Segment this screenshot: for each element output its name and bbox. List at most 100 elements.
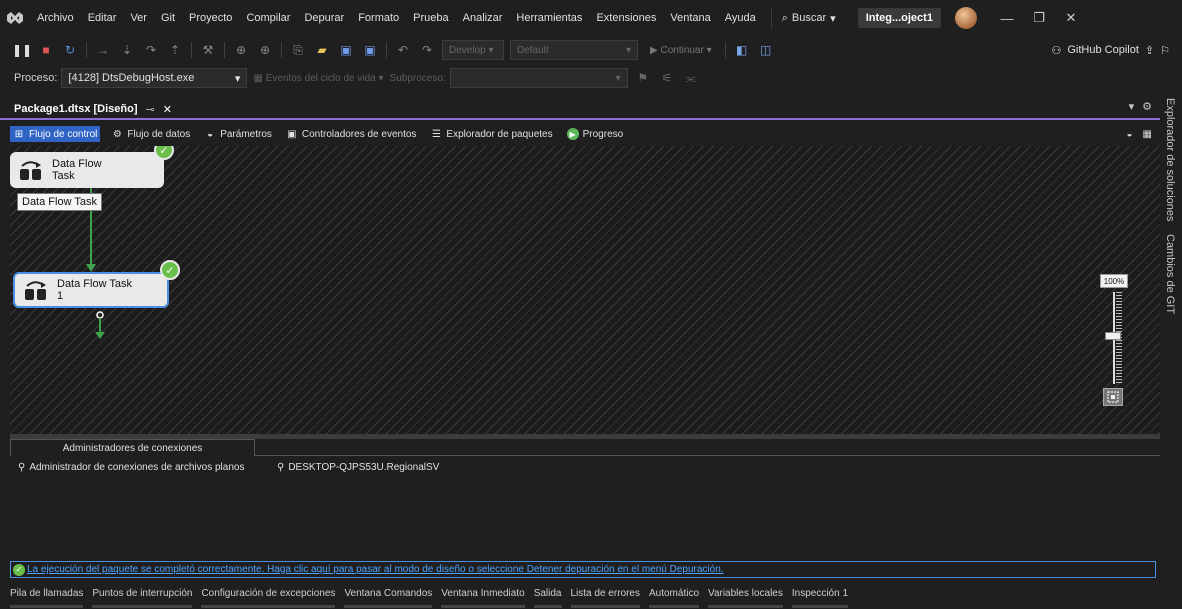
- tab-label: Flujo de control: [29, 128, 98, 140]
- search-box[interactable]: ⌕ Buscar ▾: [770, 7, 846, 29]
- close-tab-icon[interactable]: ✕: [163, 103, 172, 116]
- project-badge[interactable]: Integ...oject1: [857, 8, 941, 28]
- continue-button[interactable]: ▶ Continuar ▾: [644, 40, 718, 60]
- chevron-down-icon: ▾: [234, 72, 241, 85]
- menu-proyecto[interactable]: Proyecto: [182, 0, 239, 36]
- forward-icon[interactable]: ⊕: [256, 41, 274, 59]
- tab-package-explorer[interactable]: ☰ Explorador de paquetes: [427, 126, 555, 142]
- share-icon[interactable]: ⇪: [1145, 44, 1154, 57]
- menu-extensiones[interactable]: Extensiones: [589, 0, 663, 36]
- show-next-statement-icon[interactable]: →: [94, 41, 112, 59]
- data-flow-task-selected[interactable]: Data Flow Task 1: [13, 272, 169, 308]
- tab-call-stack[interactable]: Pila de llamadas: [10, 584, 84, 608]
- pin-icon[interactable]: ⊸: [146, 103, 155, 116]
- flag-icon[interactable]: ⚑: [634, 69, 652, 87]
- tab-breakpoints[interactable]: Puntos de interrupción: [92, 584, 193, 608]
- menu-ventana[interactable]: Ventana: [663, 0, 717, 36]
- avatar[interactable]: [954, 7, 977, 29]
- data-flow-task-icon: [18, 159, 44, 181]
- data-flow-task[interactable]: Data Flow Task: [10, 152, 164, 188]
- tab-control-flow[interactable]: ⊞ Flujo de control: [10, 126, 101, 142]
- tab-progress[interactable]: ▶ Progreso: [564, 126, 627, 142]
- save-all-icon[interactable]: ▣: [361, 41, 379, 59]
- menu-git[interactable]: Git: [154, 0, 182, 36]
- search-icon: ⌕: [781, 11, 788, 24]
- tab-output[interactable]: Salida: [533, 584, 562, 608]
- control-flow-canvas[interactable]: Data Flow Task ✓ Data Flow Task Data Flow…: [10, 146, 1160, 434]
- stop-debugging-link[interactable]: La ejecución del paquete se completó cor…: [27, 564, 724, 575]
- toolbar-separator: [724, 42, 726, 58]
- pause-icon[interactable]: ❚❚: [12, 41, 32, 59]
- menu-compilar[interactable]: Compilar: [239, 0, 297, 36]
- connection-managers-panel[interactable]: ⚲ Administrador de conexiones de archivo…: [10, 456, 1160, 560]
- connection-manager-item[interactable]: ⚲ Administrador de conexiones de archivo…: [18, 462, 244, 473]
- close-window-icon[interactable]: ✕: [1055, 0, 1087, 36]
- tab-watch-1[interactable]: Inspección 1: [791, 584, 849, 608]
- connection-managers-tab[interactable]: Administradores de conexiones: [10, 439, 255, 456]
- package-icon[interactable]: ◧: [733, 41, 751, 59]
- tab-immediate-window[interactable]: Ventana Inmediato: [441, 584, 526, 608]
- tab-command-window[interactable]: Ventana Comandos: [344, 584, 432, 608]
- configuration-dropdown[interactable]: Develop ▾: [442, 40, 504, 60]
- feedback-icon[interactable]: ⚐: [1160, 44, 1170, 57]
- process-dropdown[interactable]: [4128] DtsDebugHost.exe ▾: [61, 68, 248, 88]
- minimize-icon[interactable]: —: [991, 0, 1023, 36]
- parameters-toggle-icon[interactable]: ◒: [1127, 129, 1133, 140]
- menu-depurar[interactable]: Depurar: [297, 0, 351, 36]
- stop-icon[interactable]: ■: [37, 41, 55, 59]
- copilot-label[interactable]: GitHub Copilot: [1067, 44, 1139, 56]
- tab-list-dropdown-icon[interactable]: ▾: [1129, 100, 1135, 113]
- zoom-to-fit-icon[interactable]: [1103, 388, 1123, 406]
- parameters-icon: ◒: [207, 128, 214, 140]
- tab-exception-settings[interactable]: Configuración de excepciones: [201, 584, 335, 608]
- tab-error-list[interactable]: Lista de errores: [570, 584, 641, 608]
- solution-explorer-tab[interactable]: Explorador de soluciones: [1164, 98, 1176, 222]
- tab-autos[interactable]: Automático: [648, 584, 700, 608]
- menu-ver[interactable]: Ver: [123, 0, 154, 36]
- task-name-line2: Task: [52, 170, 75, 182]
- tab-parameters[interactable]: ◒ Parámetros: [201, 126, 275, 142]
- visual-studio-logo-icon[interactable]: [0, 0, 30, 36]
- stack-frame-icon[interactable]: ⫘: [682, 69, 700, 87]
- settings-icon[interactable]: ⚙: [1142, 100, 1152, 113]
- tab-data-flow[interactable]: ⚙ Flujo de datos: [108, 126, 193, 142]
- menu-archivo[interactable]: Archivo: [30, 0, 81, 36]
- lifecycle-events[interactable]: ▦ Eventos del ciclo de vida ▾: [253, 73, 383, 84]
- open-folder-icon[interactable]: ▰: [313, 41, 331, 59]
- menu-analizar[interactable]: Analizar: [456, 0, 510, 36]
- step-over-icon[interactable]: ↷: [142, 41, 160, 59]
- save-icon[interactable]: ▣: [337, 41, 355, 59]
- variables-window-icon[interactable]: ▦: [1143, 129, 1152, 140]
- task-name-line1: Data Flow: [52, 158, 102, 170]
- zoom-slider-thumb[interactable]: [1105, 332, 1121, 340]
- thread-dropdown[interactable]: ▾: [449, 68, 628, 88]
- tab-locals[interactable]: Variables locales: [708, 584, 783, 608]
- variables-icon[interactable]: ◫: [757, 41, 775, 59]
- step-out-icon[interactable]: ⇡: [166, 41, 184, 59]
- new-project-icon[interactable]: ⎘: [289, 41, 307, 59]
- git-changes-tab[interactable]: Cambios de GIT: [1164, 234, 1176, 314]
- task-name-line2: 1: [57, 290, 64, 302]
- redo-icon[interactable]: ↷: [418, 41, 436, 59]
- threads-icon[interactable]: ⚟: [658, 69, 676, 87]
- document-tab[interactable]: Package1.dtsx [Diseño] ⊸ ✕: [8, 98, 178, 120]
- menu-prueba[interactable]: Prueba: [406, 0, 455, 36]
- platform-dropdown[interactable]: Default ▾: [510, 40, 638, 60]
- tab-event-handlers[interactable]: ▣ Controladores de eventos: [283, 126, 420, 142]
- menu-editar[interactable]: Editar: [81, 0, 124, 36]
- menu-formato[interactable]: Formato: [351, 0, 406, 36]
- menu-herramientas[interactable]: Herramientas: [509, 0, 589, 36]
- connection-manager-name: DESKTOP-QJPS53U.RegionalSV: [288, 462, 440, 473]
- hex-display-icon[interactable]: ⚒: [199, 41, 217, 59]
- copilot-icon: ⚇: [1051, 44, 1062, 57]
- undo-icon[interactable]: ↶: [394, 41, 412, 59]
- constraint-handle[interactable]: [96, 311, 104, 319]
- restart-icon[interactable]: ↻: [61, 41, 79, 59]
- menu-ayuda[interactable]: Ayuda: [718, 0, 763, 36]
- back-icon[interactable]: ⊕: [232, 41, 250, 59]
- step-into-icon[interactable]: ⇣: [118, 41, 136, 59]
- connection-manager-item[interactable]: ⚲ DESKTOP-QJPS53U.RegionalSV: [277, 462, 439, 473]
- restore-icon[interactable]: ❐: [1023, 0, 1055, 36]
- zoom-control: 100%: [1100, 274, 1128, 414]
- continue-label: Continuar: [660, 44, 704, 56]
